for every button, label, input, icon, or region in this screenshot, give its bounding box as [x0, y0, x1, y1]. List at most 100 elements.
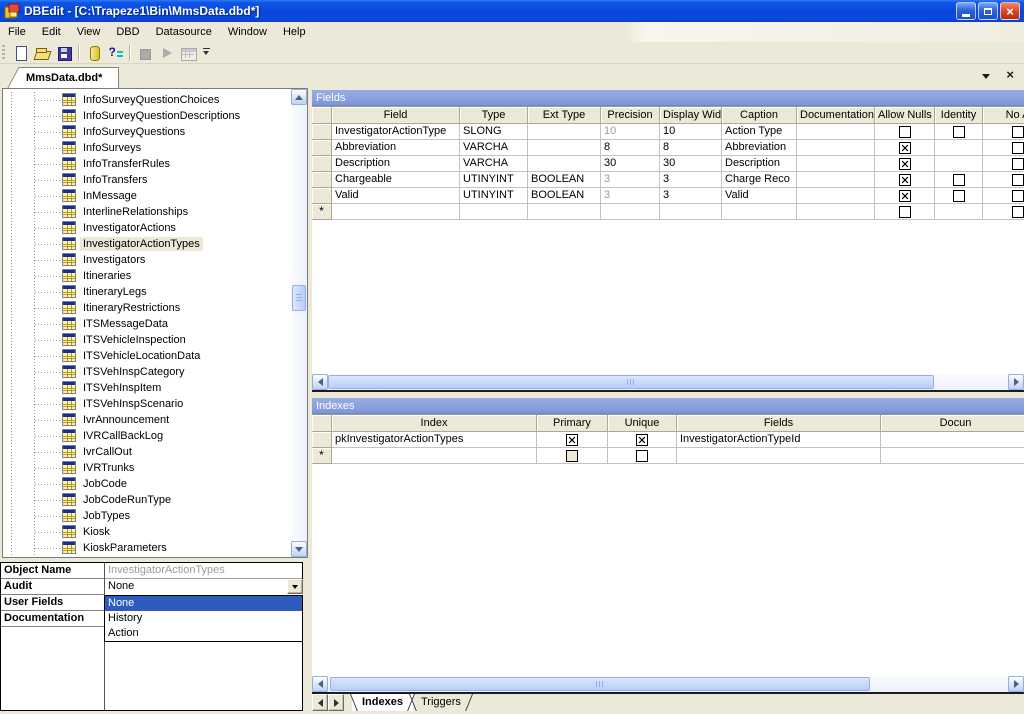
- cell-index[interactable]: [332, 448, 537, 464]
- fields-hscrollbar[interactable]: [312, 374, 1024, 390]
- tree-item[interactable]: KioskParameters: [3, 540, 291, 556]
- checkbox-checked[interactable]: [566, 434, 578, 446]
- tree-item[interactable]: ITSVehInspItem: [3, 380, 291, 396]
- tree-item[interactable]: ITSVehicleInspection: [3, 332, 291, 348]
- cell-allow_nulls[interactable]: [875, 124, 935, 140]
- cell-type[interactable]: [460, 204, 528, 220]
- grid-button[interactable]: [177, 43, 199, 63]
- checkbox-unchecked[interactable]: [1012, 174, 1024, 186]
- cell-documentation[interactable]: [797, 124, 875, 140]
- bottom-tab-triggers[interactable]: Triggers: [411, 694, 471, 711]
- tree-item[interactable]: InfoSurveyQuestions: [3, 124, 291, 140]
- tree-item[interactable]: IVRCallBackLog: [3, 428, 291, 444]
- save-button[interactable]: [53, 43, 75, 63]
- cell-identity[interactable]: [935, 124, 983, 140]
- cell-caption[interactable]: Valid: [722, 188, 797, 204]
- cell-identity[interactable]: [935, 204, 983, 220]
- cell-type[interactable]: SLONG: [460, 124, 528, 140]
- checkbox-checked[interactable]: [636, 434, 648, 446]
- menu-edit[interactable]: Edit: [34, 22, 69, 42]
- audit-combobox[interactable]: None: [105, 579, 303, 595]
- cell-display_width[interactable]: 10: [660, 124, 722, 140]
- checkbox-unchecked[interactable]: [953, 174, 965, 186]
- cell-precision[interactable]: 30: [601, 156, 660, 172]
- cell-display_width[interactable]: 3: [660, 172, 722, 188]
- checkbox-unchecked[interactable]: [1012, 126, 1024, 138]
- tree-item[interactable]: InvestigatorActions: [3, 220, 291, 236]
- cell-documentation[interactable]: [797, 204, 875, 220]
- tree-item[interactable]: IvrCallOut: [3, 444, 291, 460]
- toolbar-options-icon[interactable]: [201, 43, 213, 63]
- database-button[interactable]: [82, 43, 104, 63]
- cell-documentation[interactable]: [797, 188, 875, 204]
- tree-item[interactable]: InfoTransfers: [3, 172, 291, 188]
- tree-item[interactable]: JobCode: [3, 476, 291, 492]
- tree-item[interactable]: IvrAnnouncement: [3, 412, 291, 428]
- menu-datasource[interactable]: Datasource: [148, 22, 220, 42]
- tree-item[interactable]: InfoTransferRules: [3, 156, 291, 172]
- cell-identity[interactable]: [935, 156, 983, 172]
- cell-identity[interactable]: [935, 188, 983, 204]
- cell-allow_nulls[interactable]: [875, 140, 935, 156]
- cell-type[interactable]: UTINYINT: [460, 188, 528, 204]
- tree-item[interactable]: ITSVehInspScenario: [3, 396, 291, 412]
- tree-scrollbar[interactable]: [291, 89, 307, 557]
- cell-ext_type[interactable]: [528, 156, 601, 172]
- cell-display_width[interactable]: [660, 204, 722, 220]
- menu-dbd[interactable]: DBD: [108, 22, 147, 42]
- cell-caption[interactable]: Action Type: [722, 124, 797, 140]
- cell-caption[interactable]: [722, 204, 797, 220]
- tree-item[interactable]: InterlineRelationships: [3, 204, 291, 220]
- run-button[interactable]: [155, 43, 177, 63]
- tree-item[interactable]: InfoSurveyQuestionChoices: [3, 92, 291, 108]
- tree-item[interactable]: Kiosk: [3, 524, 291, 540]
- cell-no_audit[interactable]: [983, 188, 1024, 204]
- open-file-button[interactable]: [31, 43, 53, 63]
- tree-item[interactable]: ItineraryLegs: [3, 284, 291, 300]
- dropdown-option[interactable]: History: [105, 611, 302, 626]
- row-selector[interactable]: [312, 156, 332, 172]
- checkbox-unchecked[interactable]: [1012, 206, 1024, 218]
- cell-identity[interactable]: [935, 140, 983, 156]
- scroll-down-button[interactable]: [291, 541, 307, 557]
- scroll-right-button[interactable]: [1008, 374, 1024, 390]
- tree-item[interactable]: InfoSurveys: [3, 140, 291, 156]
- cell-primary[interactable]: [537, 448, 608, 464]
- cell-display_width[interactable]: 3: [660, 188, 722, 204]
- restore-button[interactable]: [978, 2, 998, 20]
- scroll-up-button[interactable]: [291, 89, 307, 105]
- tree-item[interactable]: Investigators: [3, 252, 291, 268]
- toolbar-grip[interactable]: [2, 45, 5, 61]
- stop-button[interactable]: [133, 43, 155, 63]
- cell-field[interactable]: Description: [332, 156, 460, 172]
- minimize-button[interactable]: [956, 2, 976, 20]
- new-file-button[interactable]: [9, 43, 31, 63]
- cell-ext_type[interactable]: BOOLEAN: [528, 188, 601, 204]
- cell-documentation[interactable]: [797, 140, 875, 156]
- cell-ext_type[interactable]: [528, 124, 601, 140]
- cell-allow_nulls[interactable]: [875, 188, 935, 204]
- checkbox-unchecked[interactable]: [1012, 190, 1024, 202]
- cell-precision[interactable]: 8: [601, 140, 660, 156]
- tab-close-icon[interactable]: ×: [1006, 67, 1014, 82]
- tree-item[interactable]: InvestigatorActionTypes: [3, 236, 291, 252]
- property-value[interactable]: InvestigatorActionTypes: [104, 563, 302, 579]
- tree-item[interactable]: JobTypes: [3, 508, 291, 524]
- cell-type[interactable]: VARCHA: [460, 140, 528, 156]
- checkbox-checked[interactable]: [899, 158, 911, 170]
- checkbox-unchecked[interactable]: [899, 206, 911, 218]
- cell-fields[interactable]: InvestigatorActionTypeId: [677, 432, 881, 448]
- cell-documentation[interactable]: [881, 448, 1024, 464]
- cell-field[interactable]: Valid: [332, 188, 460, 204]
- indexes-hscrollbar[interactable]: [312, 676, 1024, 692]
- cell-unique[interactable]: [608, 448, 677, 464]
- dropdown-option[interactable]: Action: [105, 626, 302, 641]
- cell-documentation[interactable]: [797, 172, 875, 188]
- row-selector[interactable]: [312, 188, 332, 204]
- cell-fields[interactable]: [677, 448, 881, 464]
- close-button[interactable]: ×: [1000, 2, 1020, 20]
- row-selector[interactable]: [312, 172, 332, 188]
- cell-no_audit[interactable]: [983, 204, 1024, 220]
- cell-identity[interactable]: [935, 172, 983, 188]
- cell-index[interactable]: pkInvestigatorActionTypes: [332, 432, 537, 448]
